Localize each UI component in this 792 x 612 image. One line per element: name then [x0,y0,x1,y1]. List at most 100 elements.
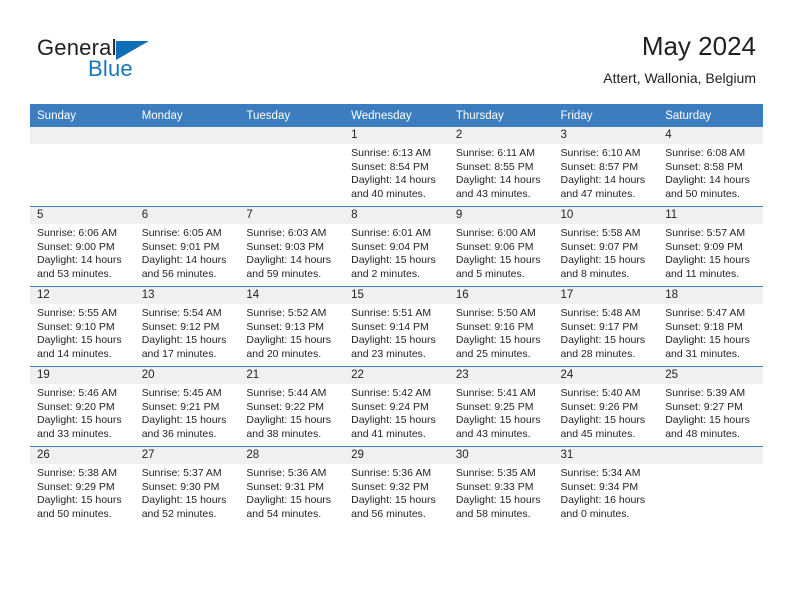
calendar-day-cell[interactable]: 25 Sunrise: 5:39 AM Sunset: 9:27 PM Dayligh… [658,366,763,447]
calendar-week-row: 19 Sunrise: 5:46 AM Sunset: 9:20 PM Dayligh… [30,366,763,447]
daylight-duration-line2: and 8 minutes. [560,267,630,280]
day-number: 21 [239,367,345,384]
day-details: Sunrise: 5:36 AM Sunset: 9:32 PM Daylight:… [344,464,449,521]
daylight-duration-line2: and 17 minutes. [141,347,217,360]
day-number: 15 [344,287,449,304]
calendar-day-cell[interactable]: 11 Sunrise: 5:57 AM Sunset: 9:09 PM Dayligh… [658,206,763,287]
sunset-time: Sunset: 9:07 PM [560,240,639,253]
sunset-time: Sunset: 9:14 PM [351,320,429,333]
daylight-duration-line1: Daylight: 15 hours [351,254,436,267]
calendar-day-cell[interactable]: 13 Sunrise: 5:54 AM Sunset: 9:12 PM Dayligh… [134,286,240,367]
sunrise-time: Sunrise: 5:51 AM [351,307,432,319]
calendar-day-cell[interactable]: 3 Sunrise: 6:10 AM Sunset: 8:57 PM Daylight… [553,127,659,207]
title-block: May 2024 Attert, Wallonia, Belgium [603,30,756,88]
calendar-day-cell[interactable]: 6 Sunrise: 6:05 AM Sunset: 9:01 PM Daylight… [134,206,240,287]
sunrise-time: Sunrise: 5:54 AM [141,307,222,319]
daylight-duration-line1: Daylight: 15 hours [455,334,541,347]
day-details: Sunrise: 5:58 AM Sunset: 9:07 PM Daylight:… [554,224,659,281]
calendar-day-cell[interactable]: 7 Sunrise: 6:03 AM Sunset: 9:03 PM Daylight… [239,206,345,287]
daylight-duration-line1: Daylight: 15 hours [141,414,227,427]
sunrise-time: Sunrise: 6:11 AM [455,147,535,159]
sunset-time: Sunset: 9:20 PM [37,400,115,413]
weekday-header-wednesday: Wednesday [344,104,449,127]
calendar-day-cell-empty [134,127,240,207]
day-details: Sunrise: 6:08 AM Sunset: 8:58 PM Daylight:… [658,144,763,201]
day-number-band-empty [30,127,135,144]
daylight-duration-line2: and 31 minutes. [665,347,740,360]
calendar-week-row: 26 Sunrise: 5:38 AM Sunset: 9:29 PM Dayligh… [30,446,763,526]
calendar-day-cell[interactable]: 1 Sunrise: 6:13 AM Sunset: 8:54 PM Daylight… [344,127,449,207]
day-details: Sunrise: 5:54 AM Sunset: 9:12 PM Daylight:… [135,304,240,361]
daylight-duration-line2: and 2 minutes. [351,267,420,280]
daylight-duration-line2: and 41 minutes. [351,427,426,440]
sunrise-time: Sunrise: 5:58 AM [560,227,641,239]
calendar-day-cell[interactable]: 17 Sunrise: 5:48 AM Sunset: 9:17 PM Dayligh… [553,286,659,367]
calendar-day-cell[interactable]: 31 Sunrise: 5:34 AM Sunset: 9:34 PM Dayligh… [553,446,659,526]
calendar-day-cell[interactable]: 29 Sunrise: 5:36 AM Sunset: 9:32 PM Dayligh… [344,446,449,526]
calendar-page: General Blue May 2024 Attert, Wallonia, … [0,0,792,612]
sunrise-time: Sunrise: 5:42 AM [351,387,432,399]
day-number: 14 [239,287,345,304]
calendar-day-cell[interactable]: 16 Sunrise: 5:50 AM Sunset: 9:16 PM Dayligh… [448,286,554,367]
calendar-day-cell-empty [30,127,135,207]
sunrise-time: Sunrise: 6:05 AM [141,227,222,239]
sunset-time: Sunset: 9:03 PM [246,240,325,253]
sunrise-time: Sunrise: 6:00 AM [455,227,536,239]
day-number: 3 [553,127,659,144]
calendar-day-cell[interactable]: 18 Sunrise: 5:47 AM Sunset: 9:18 PM Dayligh… [658,286,763,367]
sunrise-time: Sunrise: 5:36 AM [246,467,327,479]
daylight-duration-line2: and 43 minutes. [455,187,531,200]
day-details: Sunrise: 5:47 AM Sunset: 9:18 PM Daylight:… [658,304,763,361]
general-blue-logo[interactable]: General Blue [37,36,277,88]
calendar-day-cell[interactable]: 21 Sunrise: 5:44 AM Sunset: 9:22 PM Dayligh… [239,366,345,447]
day-details: Sunrise: 6:01 AM Sunset: 9:04 PM Daylight:… [344,224,449,281]
calendar-day-cell[interactable]: 26 Sunrise: 5:38 AM Sunset: 9:29 PM Dayligh… [30,446,135,526]
calendar-day-cell[interactable]: 4 Sunrise: 6:08 AM Sunset: 8:58 PM Daylight… [658,127,763,207]
day-details: Sunrise: 5:46 AM Sunset: 9:20 PM Daylight:… [30,384,135,441]
day-details: Sunrise: 5:44 AM Sunset: 9:22 PM Daylight:… [239,384,344,441]
calendar-day-cell[interactable]: 10 Sunrise: 5:58 AM Sunset: 9:07 PM Dayligh… [553,206,659,287]
calendar-day-cell[interactable]: 19 Sunrise: 5:46 AM Sunset: 9:20 PM Dayligh… [30,366,135,447]
day-details: Sunrise: 6:03 AM Sunset: 9:03 PM Daylight:… [239,224,344,281]
sunrise-time: Sunrise: 5:38 AM [37,467,117,479]
calendar-day-cell[interactable]: 2 Sunrise: 6:11 AM Sunset: 8:55 PM Daylight… [448,127,554,207]
day-details: Sunrise: 5:34 AM Sunset: 9:34 PM Daylight:… [554,464,659,521]
day-number: 17 [553,287,659,304]
daylight-duration-line1: Daylight: 15 hours [560,334,646,347]
day-number: 7 [239,207,345,224]
sunrise-time: Sunrise: 5:46 AM [37,387,117,399]
calendar-day-cell[interactable]: 24 Sunrise: 5:40 AM Sunset: 9:26 PM Dayligh… [553,366,659,447]
day-details: Sunrise: 6:06 AM Sunset: 9:00 PM Daylight:… [30,224,135,281]
calendar-day-cell[interactable]: 8 Sunrise: 6:01 AM Sunset: 9:04 PM Daylight… [344,206,449,287]
sunset-time: Sunset: 9:10 PM [37,320,115,333]
page-header: General Blue May 2024 Attert, Wallonia, … [0,0,792,100]
daylight-duration-line2: and 20 minutes. [246,347,322,360]
calendar-day-cell[interactable]: 5 Sunrise: 6:06 AM Sunset: 9:00 PM Daylight… [30,206,135,287]
daylight-duration-line1: Daylight: 15 hours [37,334,122,347]
day-details: Sunrise: 5:52 AM Sunset: 9:13 PM Daylight:… [239,304,344,361]
day-number: 20 [134,367,240,384]
calendar-day-cell[interactable]: 12 Sunrise: 5:55 AM Sunset: 9:10 PM Dayligh… [30,286,135,367]
day-number: 12 [30,287,135,304]
calendar-header-row: Sunday Monday Tuesday Wednesday Thursday… [30,104,763,127]
sunrise-time: Sunrise: 6:10 AM [560,147,641,159]
daylight-duration-line2: and 25 minutes. [455,347,531,360]
day-details: Sunrise: 5:51 AM Sunset: 9:14 PM Daylight:… [344,304,449,361]
calendar-day-cell[interactable]: 28 Sunrise: 5:36 AM Sunset: 9:31 PM Dayligh… [239,446,345,526]
calendar-day-cell[interactable]: 23 Sunrise: 5:41 AM Sunset: 9:25 PM Dayligh… [448,366,554,447]
calendar-day-cell[interactable]: 20 Sunrise: 5:45 AM Sunset: 9:21 PM Dayligh… [134,366,240,447]
daylight-duration-line1: Daylight: 15 hours [141,334,227,347]
calendar-day-cell[interactable]: 15 Sunrise: 5:51 AM Sunset: 9:14 PM Dayligh… [344,286,449,367]
sunset-time: Sunset: 9:30 PM [141,480,220,493]
sunset-time: Sunset: 9:01 PM [141,240,220,253]
daylight-duration-line1: Daylight: 15 hours [37,494,122,507]
page-subtitle-location: Attert, Wallonia, Belgium [603,70,756,86]
calendar-day-cell[interactable]: 9 Sunrise: 6:00 AM Sunset: 9:06 PM Daylight… [448,206,554,287]
calendar-day-cell[interactable]: 14 Sunrise: 5:52 AM Sunset: 9:13 PM Dayligh… [239,286,345,367]
day-details: Sunrise: 5:36 AM Sunset: 9:31 PM Daylight:… [239,464,344,521]
calendar-day-cell-empty [239,127,345,207]
calendar-day-cell[interactable]: 22 Sunrise: 5:42 AM Sunset: 9:24 PM Dayligh… [344,366,449,447]
calendar-day-cell[interactable]: 27 Sunrise: 5:37 AM Sunset: 9:30 PM Dayligh… [134,446,240,526]
day-number: 8 [344,207,449,224]
calendar-day-cell[interactable]: 30 Sunrise: 5:35 AM Sunset: 9:33 PM Dayligh… [448,446,554,526]
